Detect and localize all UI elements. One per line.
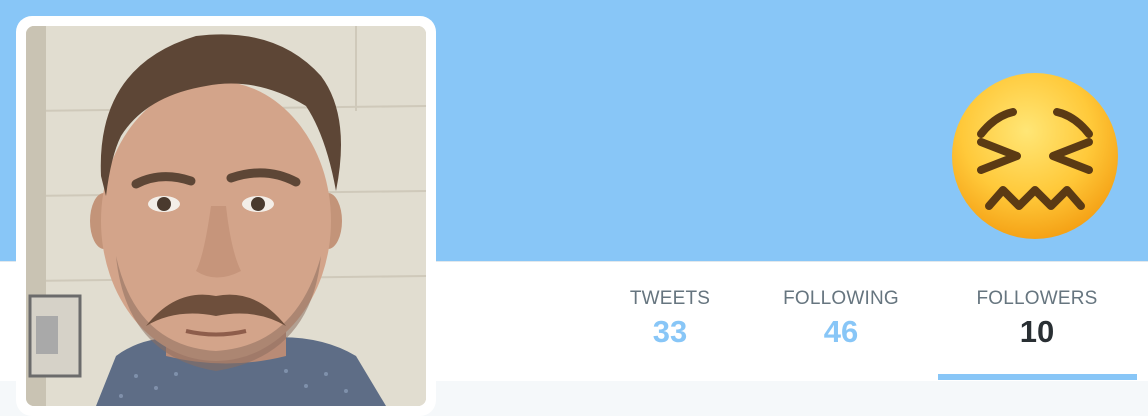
followers-stat[interactable]: FOLLOWERS 10 <box>952 288 1122 350</box>
avatar-photo <box>26 26 426 406</box>
avatar[interactable] <box>26 26 426 406</box>
following-count: 46 <box>823 314 859 349</box>
following-label: FOLLOWING <box>783 288 899 309</box>
tweets-stat[interactable]: TWEETS 33 <box>610 288 730 350</box>
active-tab-indicator <box>938 374 1137 380</box>
tweets-count: 33 <box>652 314 688 349</box>
tweets-label: TWEETS <box>629 288 711 309</box>
confounded-face-icon <box>951 72 1119 240</box>
followers-count: 10 <box>1019 314 1055 349</box>
following-stat[interactable]: FOLLOWING 46 <box>766 288 916 350</box>
followers-label: FOLLOWERS <box>976 288 1098 309</box>
